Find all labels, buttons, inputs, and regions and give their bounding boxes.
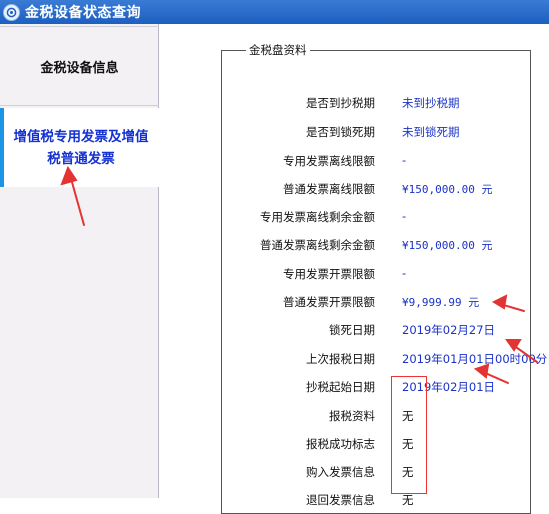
info-row: 上次报税日期 2019年01月01日00时00分: [222, 349, 547, 369]
row-value: 未到锁死期: [402, 125, 460, 139]
row-value: ¥150,000.00 元: [402, 183, 493, 196]
row-label: 是否到锁死期: [306, 125, 375, 139]
window-title: 金税设备状态查询: [25, 5, 141, 21]
fieldset-legend: 金税盘资料: [246, 42, 310, 58]
info-row: 是否到抄税期 未到抄税期: [222, 93, 532, 113]
info-row: 普通发票离线剩余金额 ¥150,000.00 元: [222, 235, 532, 255]
title-bar: 金税设备状态查询: [0, 0, 549, 24]
row-value: -: [402, 209, 407, 223]
info-row: 普通发票开票限额 ¥9,999.99 元: [222, 292, 532, 312]
row-value: -: [402, 266, 407, 280]
row-label: 专用发票离线限额: [283, 154, 375, 168]
row-label: 专用发票离线剩余金额: [260, 210, 375, 224]
info-row: 抄税起始日期 2019年02月01日: [222, 377, 532, 397]
row-value: ¥150,000.00 元: [402, 239, 493, 252]
row-value: 2019年02月27日: [402, 323, 496, 337]
info-row: 是否到锁死期 未到锁死期: [222, 122, 532, 142]
row-value: -: [402, 153, 407, 167]
row-label: 是否到抄税期: [306, 96, 375, 110]
sidebar-item-label: 增值税专用发票及增值税普通发票: [13, 128, 149, 167]
info-row: 锁死日期 2019年02月27日: [222, 320, 532, 340]
sidebar: 金税设备信息 增值税专用发票及增值税普通发票: [0, 24, 159, 498]
info-row: 专用发票开票限额 -: [222, 264, 532, 284]
row-value: 2019年01月01日00时00分: [402, 352, 548, 366]
info-row: 报税资料 无: [222, 406, 532, 426]
row-value: 无: [402, 493, 414, 507]
row-label: 锁死日期: [329, 323, 375, 337]
row-label: 普通发票离线限额: [283, 182, 375, 196]
app-circle-icon: [3, 3, 20, 21]
row-value: 未到抄税期: [402, 96, 460, 110]
info-row: 报税成功标志 无: [222, 434, 532, 454]
info-row: 退回发票信息 无: [222, 490, 532, 510]
row-label: 报税资料: [329, 409, 375, 423]
row-value: ¥9,999.99 元: [402, 296, 480, 309]
row-label: 报税成功标志: [306, 437, 375, 451]
row-label: 退回发票信息: [306, 493, 375, 507]
sidebar-item-vat-invoice[interactable]: 增值税专用发票及增值税普通发票: [0, 108, 159, 187]
sidebar-item-label: 金税设备信息: [40, 60, 119, 76]
sidebar-item-device-info[interactable]: 金税设备信息: [0, 26, 159, 106]
row-label: 专用发票开票限额: [283, 267, 375, 281]
row-label: 普通发票开票限额: [283, 295, 375, 309]
main-panel: 金税盘资料 是否到抄税期 未到抄税期 是否到锁死期 未到锁死期 专用发票离线限额…: [159, 24, 549, 514]
tax-disk-fieldset: 金税盘资料 是否到抄税期 未到抄税期 是否到锁死期 未到锁死期 专用发票离线限额…: [221, 42, 547, 514]
info-row: 购入发票信息 无: [222, 462, 532, 482]
info-row: 专用发票离线剩余金额 -: [222, 207, 532, 227]
annotation-highlight-box: [391, 376, 427, 494]
row-label: 抄税起始日期: [306, 380, 375, 394]
info-row: 普通发票离线限额 ¥150,000.00 元: [222, 179, 532, 199]
row-label: 普通发票离线剩余金额: [260, 238, 375, 252]
row-label: 上次报税日期: [306, 352, 375, 366]
row-label: 购入发票信息: [306, 465, 375, 479]
info-row: 专用发票离线限额 -: [222, 151, 532, 171]
